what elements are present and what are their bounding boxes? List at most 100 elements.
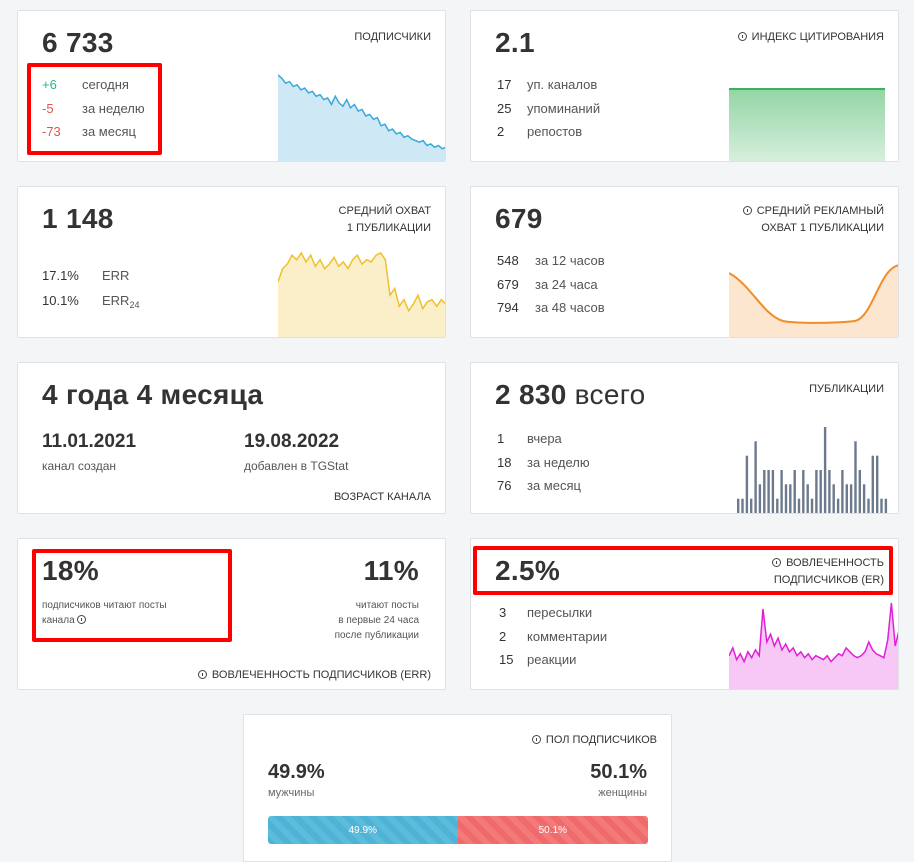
publications-bar bbox=[810, 498, 814, 513]
info-icon[interactable] bbox=[197, 670, 207, 679]
citation-area bbox=[729, 89, 885, 161]
publications-bar bbox=[802, 470, 805, 513]
info-icon[interactable] bbox=[737, 32, 747, 41]
err-24h-value: 11% bbox=[363, 555, 419, 586]
reach-label: СРЕДНИЙ ОХВАТ 1 ПУБЛИКАЦИИ bbox=[338, 205, 431, 234]
ad-reach-card[interactable]: 679 СРЕДНИЙ РЕКЛАМНЫЙ ОХВАТ 1 ПУБЛИКАЦИИ… bbox=[470, 186, 899, 338]
er-sparkline bbox=[729, 602, 898, 689]
publications-bar bbox=[876, 455, 879, 513]
publications-bar bbox=[784, 484, 788, 513]
publications-bar bbox=[750, 498, 753, 513]
publications-bar bbox=[789, 484, 792, 513]
info-icon[interactable] bbox=[531, 735, 541, 744]
publications-bar bbox=[858, 470, 861, 513]
list-item: 15 реакции bbox=[499, 652, 577, 667]
publications-bar bbox=[741, 498, 744, 513]
publications-bar bbox=[771, 470, 775, 513]
highlight-box bbox=[27, 63, 162, 155]
ad-reach-label: СРЕДНИЙ РЕКЛАМНЫЙ ОХВАТ 1 ПУБЛИКАЦИИ bbox=[742, 203, 884, 237]
age-card[interactable]: 4 года 4 месяца 11.01.2021 канал создан … bbox=[17, 362, 446, 514]
list-item: 3 пересылки bbox=[499, 605, 593, 620]
publications-bar bbox=[797, 498, 801, 513]
reach-sparkline bbox=[278, 251, 445, 337]
publications-bar bbox=[763, 470, 766, 513]
publications-bar bbox=[828, 470, 831, 513]
err-label: ВОВЛЕЧЕННОСТЬ ПОДПИСЧИКОВ (ERR) bbox=[197, 667, 431, 684]
list-item: 794 за 48 часов bbox=[497, 300, 605, 315]
citation-chart bbox=[729, 88, 885, 161]
gender-label: ПОЛ ПОДПИСЧИКОВ bbox=[531, 732, 657, 749]
male-value: 49.9% bbox=[268, 761, 325, 783]
citation-label: ИНДЕКС ЦИТИРОВАНИЯ bbox=[737, 29, 884, 46]
publications-bar bbox=[880, 498, 883, 513]
publications-bar bbox=[806, 484, 809, 513]
publications-bar bbox=[754, 441, 757, 513]
publications-bar bbox=[841, 470, 844, 513]
er-stats: 3 пересылки 2 комментарии 15 реакции bbox=[499, 601, 607, 672]
publications-bar bbox=[871, 455, 874, 513]
list-item: 2 репостов bbox=[497, 124, 583, 139]
publications-bar bbox=[849, 484, 853, 513]
highlight-box bbox=[32, 549, 232, 642]
reach-card[interactable]: 1 148 СРЕДНИЙ ОХВАТ 1 ПУБЛИКАЦИИ 17.1% ER… bbox=[17, 186, 446, 338]
publications-bar bbox=[745, 455, 749, 513]
ad-reach-area bbox=[729, 265, 898, 337]
publications-bar bbox=[832, 484, 835, 513]
publications-bar bbox=[823, 427, 827, 513]
publications-bar bbox=[884, 498, 888, 513]
publications-bar bbox=[819, 470, 822, 513]
publications-bar bbox=[780, 470, 783, 513]
ad-reach-stats: 548 за 12 часов 679 за 24 часа 794 за 48 ча… bbox=[497, 249, 605, 320]
list-item: 17 уп. каналов bbox=[497, 77, 598, 92]
age-value: 4 года 4 месяца bbox=[42, 379, 264, 410]
list-item: 17.1% ERR bbox=[42, 268, 130, 283]
list-item: 25 упоминаний bbox=[497, 100, 601, 116]
list-item: 1 вчера bbox=[497, 431, 562, 446]
subscribers-sparkline bbox=[278, 74, 445, 161]
publications-bar bbox=[793, 470, 796, 513]
added-date: 19.08.2022 bbox=[244, 431, 340, 452]
publications-bar bbox=[815, 470, 818, 513]
list-item: 76 за месяц bbox=[497, 478, 581, 493]
publications-bar bbox=[776, 498, 779, 513]
male-label: мужчины bbox=[268, 787, 315, 799]
publications-bar bbox=[862, 484, 866, 513]
created-date: 11.01.2021 bbox=[42, 431, 137, 452]
publications-value: 2 830 всего bbox=[495, 379, 646, 410]
publications-bar bbox=[845, 484, 848, 513]
info-icon[interactable] bbox=[742, 206, 752, 215]
publications-label: ПУБЛИКАЦИИ bbox=[809, 383, 884, 395]
female-value: 50.1% bbox=[590, 761, 647, 783]
citation-card[interactable]: 2.1 ИНДЕКС ЦИТИРОВАНИЯ 17 уп. каналов 25 у… bbox=[470, 10, 899, 162]
reach-err: 17.1% ERR 10.1% ERR24 bbox=[42, 263, 139, 318]
publications-bar bbox=[758, 484, 762, 513]
list-item: 18 за неделю bbox=[497, 454, 590, 470]
publications-bar-chart bbox=[737, 427, 888, 513]
ad-reach-chart bbox=[729, 264, 898, 337]
publications-bar bbox=[854, 441, 857, 513]
publications-bar bbox=[767, 470, 770, 513]
publications-card[interactable]: 2 830 всего ПУБЛИКАЦИИ 1 вчера 18 за недел… bbox=[470, 362, 899, 514]
ad-reach-value: 679 bbox=[495, 203, 543, 234]
citation-stats: 17 уп. каналов 25 упоминаний 2 репостов bbox=[497, 73, 600, 144]
publications-bar bbox=[867, 498, 870, 513]
subscribers-series-area bbox=[278, 75, 445, 161]
gender-bar: 49.9% 50.1% bbox=[268, 816, 648, 844]
subscribers-value: 6 733 bbox=[42, 27, 114, 58]
list-item: 548 за 12 часов bbox=[497, 253, 605, 268]
created-label: канал создан bbox=[42, 459, 117, 473]
gender-card[interactable]: ПОЛ ПОДПИСЧИКОВ 49.9% мужчины 50.1% женщ… bbox=[243, 714, 672, 862]
subscribers-label: ПОДПИСЧИКИ bbox=[354, 31, 431, 43]
highlight-box bbox=[473, 546, 893, 595]
female-share-bar: 50.1% bbox=[457, 816, 648, 844]
publications-stats: 1 вчера 18 за неделю 76 за месяц bbox=[497, 427, 590, 498]
added-label: добавлен в TGStat bbox=[244, 459, 349, 473]
er-series-area bbox=[729, 603, 898, 689]
list-item: 10.1% ERR24 bbox=[42, 293, 140, 310]
list-item: 679 за 24 часа bbox=[497, 276, 598, 292]
reach-value: 1 148 bbox=[42, 203, 114, 234]
publications-bar bbox=[836, 498, 840, 513]
citation-value: 2.1 bbox=[495, 27, 535, 58]
reach-series-area bbox=[278, 253, 445, 337]
err-24h-description: читают посты в первые 24 часа после публ… bbox=[334, 600, 419, 641]
